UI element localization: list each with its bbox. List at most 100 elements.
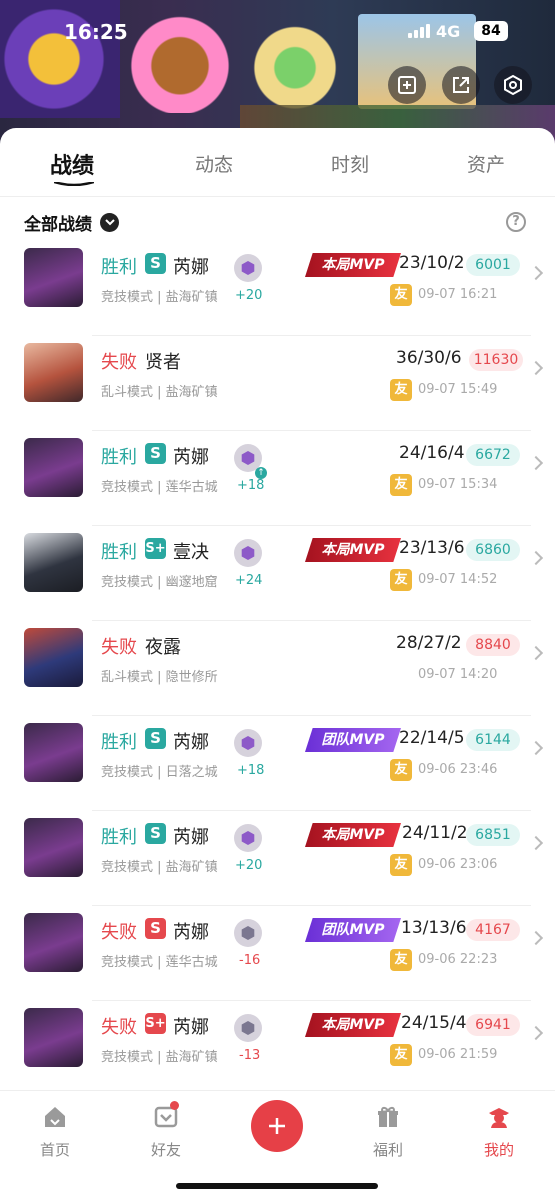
- banner-art-2: [125, 8, 235, 113]
- hero-name: 芮娜: [173, 827, 209, 848]
- match-mode: 竞技模式 | 盐海矿镇: [101, 1050, 218, 1065]
- gift-icon: [378, 1106, 398, 1127]
- plus-icon: [269, 1118, 285, 1134]
- settings-icon: [504, 74, 522, 96]
- kda: 13/13/6: [401, 918, 467, 938]
- match-row[interactable]: 失败 贤者 乱斗模式 | 盐海矿镇 36/30/6 11630 友 09-07 …: [0, 336, 555, 431]
- score-pill: 6941: [466, 1014, 520, 1036]
- score-pill: 6672: [466, 444, 520, 466]
- help-icon[interactable]: ?: [506, 212, 526, 232]
- match-row[interactable]: 失败 S 芮娜 竞技模式 | 莲华古城 -16 团队MVP 13/13/6 41…: [0, 906, 555, 1001]
- share-icon: [453, 77, 469, 93]
- hero-avatar: [24, 438, 83, 497]
- hero-name: 壹决: [173, 542, 209, 563]
- mvp-badge: 本局MVP: [305, 1013, 401, 1037]
- match-time: 09-07 14:52: [418, 572, 498, 587]
- record-sheet: 战绩 动态 时刻 资产 全部战绩 ? 胜利 S 芮娜 竞技模式 | 盐海矿镇 +…: [0, 128, 555, 1100]
- match-row[interactable]: 胜利 S 芮娜 竞技模式 | 莲华古城 ↑ +18 24/16/4 6672 友…: [0, 431, 555, 526]
- rank-badge: S: [145, 728, 166, 749]
- match-row[interactable]: 胜利 S 芮娜 竞技模式 | 日落之城 +18 团队MVP 22/14/5 61…: [0, 716, 555, 811]
- banner-art-3: [240, 10, 350, 115]
- tab-activity[interactable]: 动态: [195, 150, 233, 177]
- match-mode: 竞技模式 | 莲华古城: [101, 480, 218, 495]
- rank-medal-icon: [234, 1014, 262, 1042]
- filter-label: 全部战绩: [24, 215, 92, 235]
- hero-avatar: [24, 1008, 83, 1067]
- match-time: 09-06 23:06: [418, 857, 498, 872]
- friend-badge: 友: [390, 379, 412, 401]
- tab-record[interactable]: 战绩: [50, 148, 94, 180]
- match-row[interactable]: 胜利 S 芮娜 竞技模式 | 盐海矿镇 +20 本局MVP 24/11/2 68…: [0, 811, 555, 906]
- nav-benefits[interactable]: 福利: [356, 1103, 420, 1160]
- match-time: 09-07 14:20: [418, 667, 498, 682]
- rank-delta: -16: [239, 953, 261, 968]
- tab-moments[interactable]: 时刻: [331, 150, 369, 177]
- status-time: 16:25: [64, 20, 128, 44]
- kda: 24/15/4: [401, 1013, 467, 1033]
- nav-friends[interactable]: 好友: [134, 1101, 198, 1160]
- share-button[interactable]: [442, 66, 480, 104]
- rank-badge: S: [145, 443, 166, 464]
- rank-badge: S+: [145, 1013, 166, 1034]
- add-button[interactable]: [251, 1100, 303, 1152]
- mvp-badge: 本局MVP: [305, 823, 401, 847]
- match-row[interactable]: 失败 夜露 乱斗模式 | 隐世修所 28/27/2 8840 09-07 14:…: [0, 621, 555, 716]
- nav-label: 好友: [150, 1141, 181, 1159]
- match-row[interactable]: 失败 S+ 芮娜 竞技模式 | 盐海矿镇 -13 本局MVP 24/15/4 6…: [0, 1001, 555, 1096]
- hero-name: 芮娜: [173, 922, 209, 943]
- match-mode: 乱斗模式 | 隐世修所: [101, 670, 218, 685]
- score-pill: 6001: [466, 254, 520, 276]
- chevron-right-icon: [528, 645, 544, 661]
- mvp-badge: 团队MVP: [305, 728, 401, 752]
- match-mode: 竞技模式 | 莲华古城: [101, 955, 218, 970]
- nav-home[interactable]: 首页: [23, 1103, 87, 1160]
- kda: 24/11/2: [402, 823, 468, 843]
- score-pill: 6860: [466, 539, 520, 561]
- kda: 23/13/6: [399, 538, 465, 558]
- chevron-right-icon: [528, 550, 544, 566]
- friend-badge: 友: [390, 474, 412, 496]
- friend-badge: 友: [390, 949, 412, 971]
- match-result: 胜利: [101, 732, 137, 753]
- friend-badge: 友: [390, 759, 412, 781]
- match-result: 胜利: [101, 542, 137, 563]
- match-time: 09-06 23:46: [418, 762, 498, 777]
- rank-badge: S: [145, 823, 166, 844]
- hero-avatar: [24, 343, 83, 402]
- friend-badge: 友: [390, 1044, 412, 1066]
- match-result: 胜利: [101, 447, 137, 468]
- add-photo-button[interactable]: [388, 66, 426, 104]
- rank-delta: +20: [235, 288, 263, 303]
- settings-button[interactable]: [494, 66, 532, 104]
- hero-avatar: [24, 248, 83, 307]
- kda: 24/16/4: [399, 443, 465, 463]
- hero-avatar: [24, 628, 83, 687]
- kda: 22/14/5: [399, 728, 465, 748]
- rank-badge: S: [145, 918, 166, 939]
- match-result: 失败: [101, 922, 137, 943]
- hero-avatar: [24, 913, 83, 972]
- rank-delta: +18: [237, 763, 265, 778]
- friend-badge: 友: [390, 569, 412, 591]
- match-result: 失败: [101, 1017, 137, 1038]
- rank-badge: S: [145, 253, 166, 274]
- chevron-right-icon: [528, 455, 544, 471]
- battery-icon: 84: [474, 21, 508, 41]
- nav-label: 首页: [39, 1141, 70, 1159]
- rank-medal-icon: [234, 729, 262, 757]
- nav-label: 我的: [483, 1141, 514, 1159]
- match-mode: 竞技模式 | 盐海矿镇: [101, 860, 218, 875]
- match-time: 09-06 22:23: [418, 952, 498, 967]
- chevron-right-icon: [528, 360, 544, 376]
- tab-bar: 战绩 动态 时刻 资产: [0, 128, 555, 196]
- mvp-badge: 本局MVP: [305, 253, 401, 277]
- tab-assets[interactable]: 资产: [467, 150, 505, 177]
- mvp-badge: 团队MVP: [305, 918, 401, 942]
- match-row[interactable]: 胜利 S 芮娜 竞技模式 | 盐海矿镇 +20 本局MVP 23/10/2 60…: [0, 241, 555, 336]
- kda: 23/10/2: [399, 253, 465, 273]
- add-photo-icon: [398, 76, 416, 94]
- record-filter[interactable]: 全部战绩: [24, 210, 119, 235]
- match-row[interactable]: 胜利 S+ 壹决 竞技模式 | 幽邃地窟 +24 本局MVP 23/13/6 6…: [0, 526, 555, 621]
- network-label: 4G: [436, 22, 461, 41]
- nav-profile[interactable]: 我的: [467, 1103, 531, 1160]
